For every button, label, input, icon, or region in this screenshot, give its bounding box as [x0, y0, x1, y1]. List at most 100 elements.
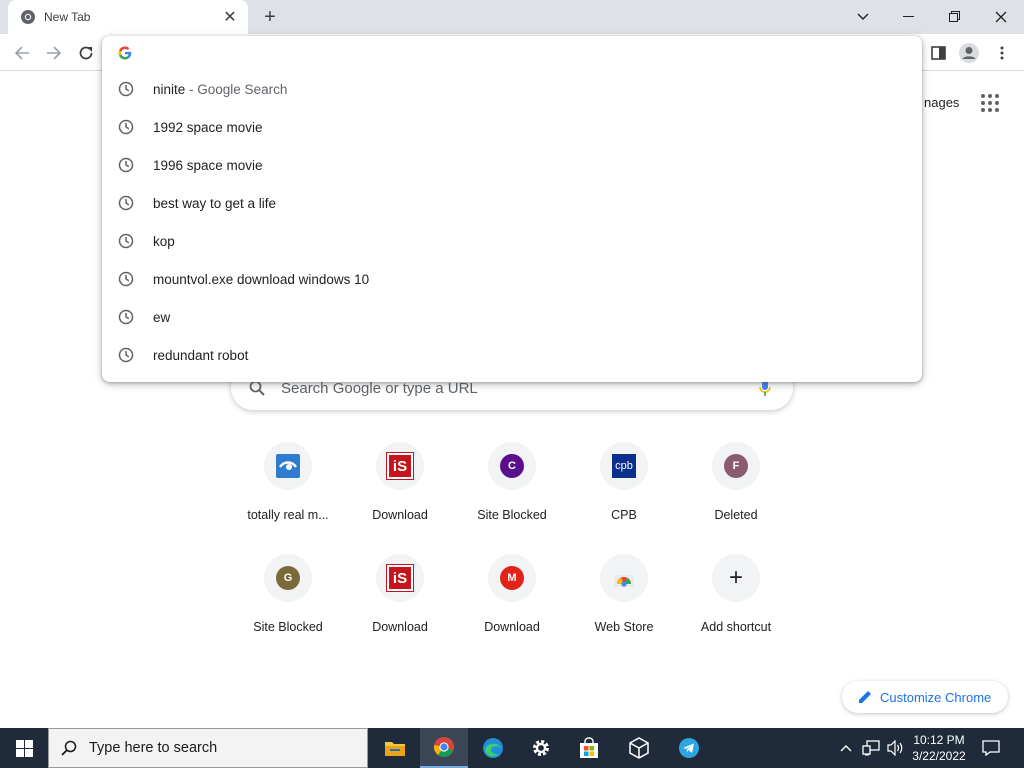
- shortcut-tile[interactable]: iS Download: [344, 554, 456, 666]
- network-icon[interactable]: [860, 728, 882, 768]
- shortcut-label: Deleted: [714, 508, 758, 522]
- suggestion-text: ew: [153, 309, 171, 325]
- google-g-icon: [118, 46, 132, 60]
- shortcut-icon-circle: cpb: [600, 442, 648, 490]
- shortcut-tile[interactable]: cpb CPB: [568, 442, 680, 554]
- side-panel-icon[interactable]: [925, 40, 951, 66]
- add-shortcut-button[interactable]: + Add shortcut: [680, 554, 792, 666]
- file-explorer-icon[interactable]: [372, 728, 418, 768]
- history-clock-icon: [118, 233, 134, 249]
- is-logo-icon: iS: [386, 452, 414, 480]
- customize-chrome-button[interactable]: Customize Chrome: [842, 681, 1008, 713]
- tab-title: New Tab: [44, 10, 91, 24]
- letter-c-icon: C: [500, 454, 524, 478]
- volume-icon[interactable]: [884, 728, 906, 768]
- close-icon[interactable]: [978, 0, 1024, 34]
- suggestion-text: kop: [153, 233, 175, 249]
- suggestion-item[interactable]: redundant robot: [102, 336, 922, 374]
- google-apps-icon[interactable]: [981, 94, 999, 112]
- history-clock-icon: [118, 81, 134, 97]
- blue-eye-icon: [264, 442, 312, 490]
- shortcut-icon-circle: M: [488, 554, 536, 602]
- suggestion-item[interactable]: mountvol.exe download windows 10: [102, 260, 922, 298]
- suggestion-item[interactable]: 1992 space movie: [102, 108, 922, 146]
- telegram-icon[interactable]: [666, 728, 712, 768]
- chrome-taskbar-icon[interactable]: [420, 728, 468, 768]
- taskbar-clock[interactable]: 10:12 PM 3/22/2022: [906, 732, 972, 764]
- shortcut-tile[interactable]: totally real m...: [232, 442, 344, 554]
- shortcut-icon-circle: [600, 554, 648, 602]
- shortcut-tile[interactable]: G Site Blocked: [232, 554, 344, 666]
- suggestion-list: ninite - Google Search 1992 space movie …: [102, 70, 922, 374]
- suggestion-item[interactable]: kop: [102, 222, 922, 260]
- history-clock-icon: [118, 271, 134, 287]
- reload-icon[interactable]: [73, 40, 99, 66]
- windows-start-icon[interactable]: [0, 728, 48, 768]
- settings-icon[interactable]: [518, 728, 564, 768]
- suggestion-item[interactable]: ninite - Google Search: [102, 70, 922, 108]
- shortcut-icon-circle: iS: [376, 442, 424, 490]
- suggestion-text: 1992 space movie: [153, 119, 263, 135]
- chrome-icon: [21, 10, 35, 24]
- taskbar: Type here to search: [0, 728, 1024, 768]
- chevron-up-icon[interactable]: [836, 728, 856, 768]
- suggestion-subtext: - Google Search: [185, 81, 288, 97]
- tab-search-chevron-down-icon[interactable]: [840, 0, 886, 34]
- history-clock-icon: [118, 119, 134, 135]
- shortcut-label: Download: [372, 620, 428, 634]
- suggestion-item[interactable]: ew: [102, 298, 922, 336]
- minimize-icon[interactable]: [886, 0, 932, 34]
- is-logo-icon: iS: [386, 564, 414, 592]
- shortcut-label: Download: [372, 508, 428, 522]
- shortcut-label: CPB: [611, 508, 637, 522]
- clock-time: 10:12 PM: [913, 733, 965, 747]
- shortcut-label: Web Store: [594, 620, 654, 634]
- shortcut-tile[interactable]: M Download: [456, 554, 568, 666]
- history-clock-icon: [118, 309, 134, 325]
- letter-f-icon: F: [724, 454, 748, 478]
- menu-kebab-icon[interactable]: [989, 40, 1015, 66]
- restore-icon[interactable]: [932, 0, 978, 34]
- edge-icon[interactable]: [470, 728, 516, 768]
- shortcut-tile[interactable]: iS Download: [344, 442, 456, 554]
- back-arrow-icon[interactable]: [9, 40, 35, 66]
- shortcut-label: totally real m...: [247, 508, 329, 522]
- shortcut-tile[interactable]: F Deleted: [680, 442, 792, 554]
- suggestion-item[interactable]: 1996 space movie: [102, 146, 922, 184]
- suggestion-text: 1996 space movie: [153, 157, 263, 173]
- notification-icon[interactable]: [976, 728, 1006, 768]
- plus-icon: +: [728, 564, 743, 591]
- shortcut-label: Site Blocked: [477, 508, 547, 522]
- suggestion-text: ninite: [153, 81, 186, 97]
- search-icon: [61, 740, 77, 756]
- clock-date: 3/22/2022: [912, 749, 966, 763]
- tab-close-icon[interactable]: ✕: [222, 9, 238, 26]
- new-tab-button[interactable]: +: [258, 6, 282, 28]
- suggestion-item[interactable]: best way to get a life: [102, 184, 922, 222]
- 3d-viewer-icon[interactable]: [614, 728, 664, 768]
- letter-g-icon: G: [276, 566, 300, 590]
- suggestion-text: mountvol.exe download windows 10: [153, 271, 370, 287]
- web-store-icon: [614, 575, 634, 587]
- shortcut-tile[interactable]: Web Store: [568, 554, 680, 666]
- tab-new-tab[interactable]: New Tab ✕: [8, 0, 248, 34]
- history-clock-icon: [118, 195, 134, 211]
- omnibox-input[interactable]: [102, 36, 922, 70]
- omnibox-dropdown: ninite - Google Search 1992 space movie …: [102, 36, 922, 382]
- shortcut-label: Add shortcut: [700, 620, 772, 634]
- shortcut-tile[interactable]: C Site Blocked: [456, 442, 568, 554]
- tab-strip: New Tab ✕ +: [0, 0, 1024, 34]
- shortcut-icon-circle: F: [712, 442, 760, 490]
- search-icon: [249, 380, 265, 396]
- shortcut-icon-circle: C: [488, 442, 536, 490]
- suggestion-text: best way to get a life: [153, 195, 277, 211]
- store-icon[interactable]: [566, 728, 612, 768]
- profile-avatar-icon[interactable]: [956, 40, 982, 66]
- ntp-search-placeholder: Search Google or type a URL: [281, 379, 478, 397]
- shortcut-label: Download: [484, 620, 540, 634]
- forward-arrow-icon[interactable]: [41, 40, 67, 66]
- images-link[interactable]: nages: [924, 95, 959, 110]
- taskbar-search-box[interactable]: Type here to search: [48, 728, 368, 768]
- taskbar-search-placeholder: Type here to search: [89, 740, 218, 756]
- shortcut-label: Site Blocked: [253, 620, 323, 634]
